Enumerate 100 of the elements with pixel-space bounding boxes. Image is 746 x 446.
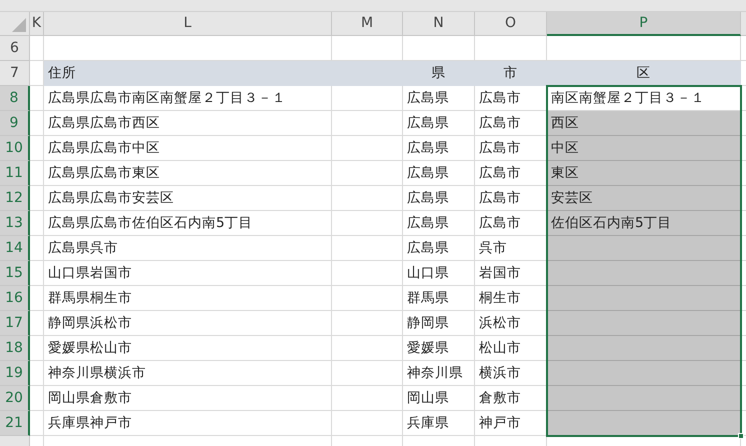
row-header[interactable]: 8: [0, 86, 30, 111]
column-header[interactable]: L: [44, 12, 332, 36]
table-cell: [30, 336, 44, 361]
table-cell: 西区: [547, 111, 741, 136]
table-cell: 広島県呉市: [44, 236, 332, 261]
row-header[interactable]: 12: [0, 186, 30, 211]
table-cell: 広島県広島市西区: [44, 111, 332, 136]
table-cell: 広島市: [475, 86, 547, 111]
table-cell: [30, 236, 44, 261]
table-cell: 中区: [547, 136, 741, 161]
row-header[interactable]: 17: [0, 311, 30, 336]
table-cell: [30, 111, 44, 136]
column-header[interactable]: N: [403, 12, 475, 36]
triangle-icon: [12, 18, 26, 32]
table-cell: 神奈川県横浜市: [44, 361, 332, 386]
row-header[interactable]: 20: [0, 386, 30, 411]
row-header[interactable]: 10: [0, 136, 30, 161]
table-cell: 愛媛県松山市: [44, 336, 332, 361]
table-cell: 兵庫県: [403, 411, 475, 436]
table-cell: 呉市: [475, 236, 547, 261]
select-all-button[interactable]: [0, 12, 30, 36]
table-cell: [30, 211, 44, 236]
table-cell: 群馬県桐生市: [44, 286, 332, 311]
table-cell: 広島県広島市安芸区: [44, 186, 332, 211]
column-header[interactable]: O: [475, 12, 547, 36]
table-cell: 岡山県倉敷市: [44, 386, 332, 411]
table-cell: [30, 86, 44, 111]
table-cell: [332, 336, 403, 361]
table-cell: [30, 411, 44, 436]
table-cell: 桐生市: [475, 286, 547, 311]
table-cell: 広島県広島市佐伯区石内南5丁目: [44, 211, 332, 236]
column-header[interactable]: M: [332, 12, 403, 36]
column-header[interactable]: K: [30, 12, 44, 36]
table-cell: 浜松市: [475, 311, 547, 336]
table-cell: [30, 36, 44, 61]
table-cell: 広島県広島市東区: [44, 161, 332, 186]
table-cell: 安芸区: [547, 186, 741, 211]
table-cell: 広島県: [403, 211, 475, 236]
table-cell: 山口県: [403, 261, 475, 286]
row-header[interactable]: 16: [0, 286, 30, 311]
row-header[interactable]: 14: [0, 236, 30, 261]
table-cell: [30, 286, 44, 311]
table-cell: 広島市: [475, 211, 547, 236]
row-header[interactable]: 15: [0, 261, 30, 286]
table-cell: 佐伯区石内南5丁目: [547, 211, 741, 236]
table-cell: 広島市: [475, 136, 547, 161]
row-header[interactable]: 18: [0, 336, 30, 361]
table-cell: [30, 161, 44, 186]
row-header[interactable]: 7: [0, 61, 30, 86]
column-header[interactable]: P: [547, 12, 741, 36]
table-cell: [332, 361, 403, 386]
column-header[interactable]: [741, 12, 746, 36]
table-cell: 広島県: [403, 136, 475, 161]
table-cell: [332, 261, 403, 286]
table-cell: 住所: [44, 61, 332, 86]
table-cell: [30, 386, 44, 411]
table-cell: [30, 261, 44, 286]
table-cell: [30, 136, 44, 161]
table-cell: 神戸市: [475, 411, 547, 436]
table-cell: 山口県岩国市: [44, 261, 332, 286]
table-cell: 倉敷市: [475, 386, 547, 411]
table-cell: 静岡県: [403, 311, 475, 336]
row-header[interactable]: 6: [0, 36, 30, 61]
table-cell: [332, 111, 403, 136]
table-cell: [332, 236, 403, 261]
table-cell: 愛媛県: [403, 336, 475, 361]
table-cell: 広島市: [475, 186, 547, 211]
table-cell: [30, 361, 44, 386]
table-cell: [332, 136, 403, 161]
row-header[interactable]: 19: [0, 361, 30, 386]
table-cell: 市: [475, 61, 547, 86]
row-header[interactable]: 21: [0, 411, 30, 436]
table-cell: 広島県: [403, 186, 475, 211]
table-cell: [332, 286, 403, 311]
table-cell: [332, 311, 403, 336]
table-cell: 広島市: [475, 111, 547, 136]
table-cell: 岡山県: [403, 386, 475, 411]
table-cell: 群馬県: [403, 286, 475, 311]
table-cell: [332, 386, 403, 411]
table-cell: 広島市: [475, 161, 547, 186]
table-cell: 広島県広島市中区: [44, 136, 332, 161]
row-header[interactable]: 11: [0, 161, 30, 186]
fill-handle[interactable]: [738, 433, 744, 439]
table-cell: [332, 411, 403, 436]
table-cell: 広島県: [403, 86, 475, 111]
table-cell: [332, 161, 403, 186]
table-cell: [332, 86, 403, 111]
table-cell: 岩国市: [475, 261, 547, 286]
table-cell: 広島県広島市南区南蟹屋２丁目３－１: [44, 86, 332, 111]
table-cell: [30, 186, 44, 211]
table-cell: 広島県: [403, 236, 475, 261]
table-cell: 神奈川県: [403, 361, 475, 386]
table-cell: 兵庫県神戸市: [44, 411, 332, 436]
table-cell: [332, 186, 403, 211]
row-header[interactable]: 13: [0, 211, 30, 236]
table-cell: 広島県: [403, 111, 475, 136]
table-cell: 横浜市: [475, 361, 547, 386]
table-cell: 広島県: [403, 161, 475, 186]
table-cell: 東区: [547, 161, 741, 186]
row-header[interactable]: 9: [0, 111, 30, 136]
